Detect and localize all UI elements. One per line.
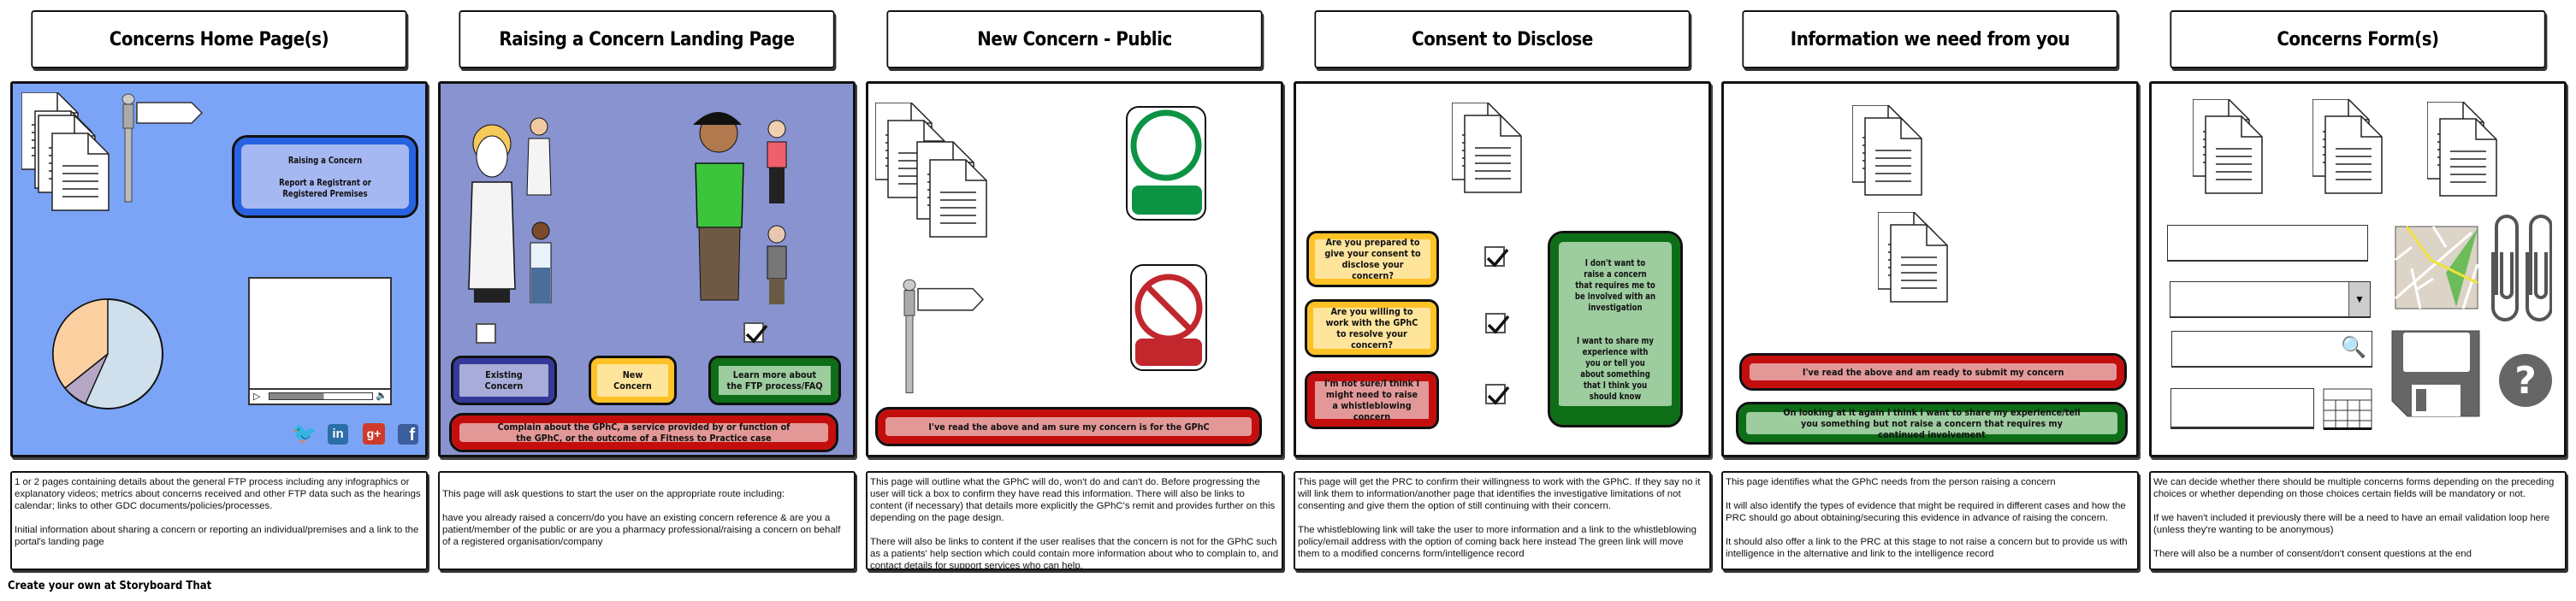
- panel-4-title: Consent to Disclose: [1314, 10, 1691, 68]
- prohibited-sign-icon: [1130, 264, 1207, 371]
- new-concern-button[interactable]: New Concern: [589, 356, 677, 405]
- map-icon: [2395, 226, 2478, 309]
- complain-about-gphc-button[interactable]: Complain about the GPhC, a service provi…: [449, 413, 838, 452]
- video-progress-bar[interactable]: [269, 392, 373, 400]
- public-characters: [693, 112, 787, 304]
- documents-icon: [1878, 212, 1948, 303]
- form-document-icon: [2193, 99, 2263, 194]
- consent-checkbox-2[interactable]: [1485, 313, 1510, 334]
- existing-concern-button[interactable]: Existing Concern: [451, 356, 557, 405]
- ready-to-submit-button[interactable]: I've read the above and am ready to subm…: [1739, 353, 2127, 391]
- panel-6-concerns-forms: ▼ 🔍 ?: [2149, 81, 2567, 457]
- svg-text:?: ?: [2514, 359, 2537, 403]
- pie-chart-graphic: [52, 298, 163, 410]
- panel-1-concerns-home: Raising a Concern Report a Registrant or …: [10, 81, 428, 457]
- learn-more-ftp-button[interactable]: Learn more about the FTP process/FAQ: [708, 356, 841, 405]
- pharmacist-characters: [468, 117, 552, 303]
- signpost-icon: [903, 279, 984, 394]
- panel-1-description: 1 or 2 pages containing details about th…: [10, 471, 428, 570]
- panel-5-title: Information we need from you: [1742, 10, 2118, 68]
- consent-checkbox-3[interactable]: [1485, 384, 1510, 405]
- panel-3-new-concern-public: I've read the above and am sure my conce…: [866, 81, 1283, 457]
- help-question-icon[interactable]: ?: [2498, 353, 2553, 408]
- panel-2-landing-page: Existing Concern New Concern Learn more …: [438, 81, 856, 457]
- search-icon[interactable]: 🔍: [2341, 335, 2366, 361]
- raising-a-concern-button[interactable]: Raising a Concern Report a Registrant or …: [232, 135, 418, 218]
- form-document-icon: [2312, 99, 2383, 194]
- storyboard-that-link[interactable]: Create your own at Storyboard That: [8, 580, 211, 592]
- calendar-icon[interactable]: [2323, 388, 2372, 431]
- confirm-concern-for-gphc-button[interactable]: I've read the above and am sure my conce…: [875, 407, 1262, 446]
- google-plus-icon[interactable]: g+: [363, 423, 385, 445]
- documents-icon: [1452, 103, 1522, 193]
- consent-question-1[interactable]: Are you prepared to give your consent to…: [1306, 231, 1439, 287]
- date-input[interactable]: [2170, 388, 2314, 429]
- panel-6-title: Concerns Form(s): [2170, 10, 2546, 68]
- search-input[interactable]: 🔍: [2171, 331, 2372, 368]
- volume-icon[interactable]: 🔈: [376, 390, 388, 401]
- panel-2-description: This page will ask questions to start th…: [438, 471, 856, 570]
- panel-1-title: Concerns Home Page(s): [31, 10, 407, 68]
- dropdown-select[interactable]: ▼: [2170, 281, 2371, 318]
- allowed-sign-icon: [1126, 106, 1206, 221]
- consent-checkbox-1[interactable]: [1484, 246, 1509, 268]
- share-experience-option[interactable]: I don't want to raise a concern that req…: [1548, 231, 1683, 427]
- documents-icon: [1852, 105, 1922, 196]
- patient-public-checkbox-unchecked[interactable]: [476, 323, 496, 344]
- professional-checkbox-checked[interactable]: [743, 322, 768, 344]
- panel-3-description: This page will outline what the GPhC wil…: [866, 471, 1283, 571]
- video-player[interactable]: ▷ 🔈: [248, 277, 392, 405]
- share-experience-instead-button[interactable]: On looking at it again I think I want to…: [1736, 402, 2128, 445]
- documents-icon: [21, 92, 110, 211]
- paperclip-icon[interactable]: [2488, 214, 2552, 325]
- signpost-icon: [121, 93, 203, 203]
- documents-icon: [875, 103, 987, 238]
- whistleblowing-option[interactable]: I'm not sure/I think I might need to rai…: [1305, 371, 1439, 429]
- text-input-field[interactable]: [2167, 225, 2368, 262]
- form-document-icon: [2427, 102, 2497, 197]
- linkedin-icon[interactable]: in: [328, 424, 348, 445]
- panel-3-title: New Concern - Public: [886, 10, 1263, 68]
- panel-6-description: We can decide whether there should be mu…: [2149, 471, 2567, 570]
- panel-4-description: This page will get the PRC to confirm th…: [1294, 471, 1711, 570]
- save-floppy-icon[interactable]: [2390, 329, 2483, 419]
- consent-question-2[interactable]: Are you willing to work with the GPhC to…: [1305, 299, 1439, 357]
- chevron-down-icon[interactable]: ▼: [2348, 282, 2370, 316]
- panel-2-title: Raising a Concern Landing Page: [459, 10, 835, 68]
- facebook-icon[interactable]: f: [398, 424, 418, 445]
- play-icon[interactable]: ▷: [253, 391, 260, 402]
- twitter-icon[interactable]: 🐦: [292, 424, 317, 445]
- panel-5-description: This page identifies what the GPhC needs…: [1721, 471, 2139, 570]
- panel-4-consent-to-disclose: Are you prepared to give your consent to…: [1294, 81, 1711, 457]
- panel-5-information-needed: I've read the above and am ready to subm…: [1721, 81, 2139, 457]
